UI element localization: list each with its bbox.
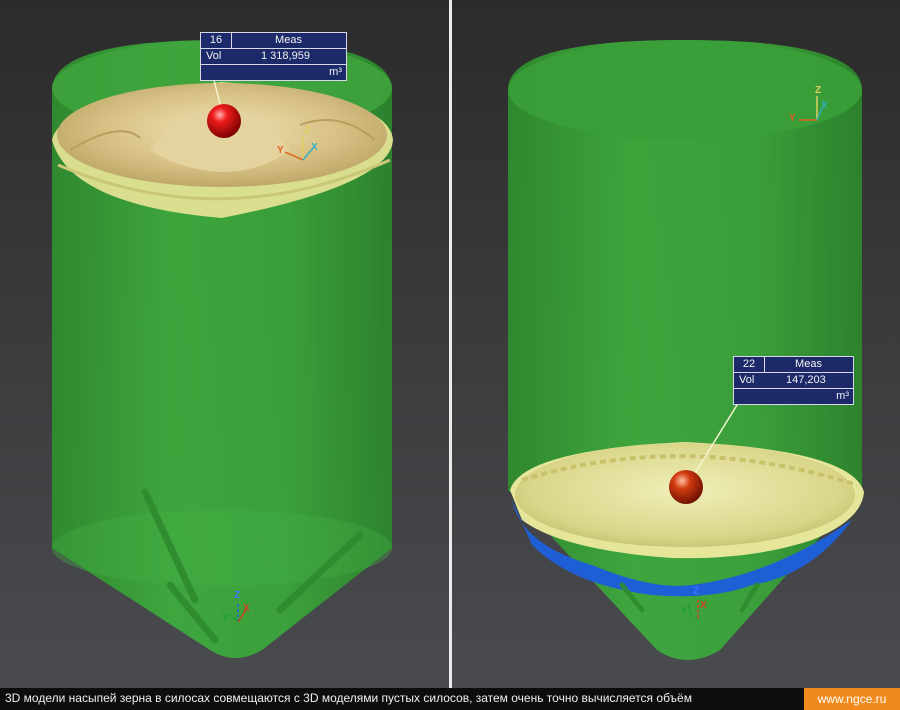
caption-text: 3D модели насыпей зерна в силосах совмещ… [5, 691, 692, 705]
measure-id: 16 [201, 33, 232, 48]
axis-label-z: Z [815, 85, 822, 96]
axis-label-x-bottom: X [700, 600, 707, 611]
silo-model-left[interactable] [0, 0, 449, 688]
axis-label-z-bottom: Z [693, 586, 700, 597]
axis-label-y: Y [277, 145, 284, 156]
viewport-left[interactable]: 16 Meas Vol 1 318,959 m³ Z X Y Z X Y [0, 0, 449, 688]
viewport-right[interactable]: 22 Meas Vol 147,203 m³ Z X Y Z X Y [452, 0, 900, 688]
silo-model-right[interactable] [452, 0, 900, 688]
measure-param: Vol [206, 50, 222, 62]
measure-id: 22 [734, 357, 765, 372]
measure-header: Meas [795, 358, 822, 370]
axis-label-x-bottom: X [243, 603, 250, 614]
caption-bar: 3D модели насыпей зерна в силосах совмещ… [0, 688, 900, 710]
measure-marker-left[interactable] [207, 104, 241, 138]
axis-label-y-bottom: Y [681, 606, 688, 617]
axis-label-z: Z [304, 125, 311, 136]
measurement-label-right[interactable]: 22 Meas Vol 147,203 m³ [733, 356, 854, 405]
measure-value: 147,203 [786, 374, 826, 386]
measurement-label-left[interactable]: 16 Meas Vol 1 318,959 m³ [200, 32, 347, 81]
axis-label-x: X [821, 100, 828, 111]
measure-marker-right[interactable] [669, 470, 703, 504]
measure-header: Meas [275, 34, 302, 46]
silo-top-rim-right [508, 40, 862, 140]
measure-unit: m³ [836, 390, 849, 402]
site-link[interactable]: www.ngce.ru [804, 688, 900, 710]
axis-label-z-bottom: Z [234, 590, 241, 601]
measure-param: Vol [739, 374, 755, 386]
measure-unit: m³ [329, 66, 342, 78]
axis-label-y-bottom: Y [222, 612, 229, 623]
axis-label-x: X [311, 142, 318, 153]
viewer-area: 16 Meas Vol 1 318,959 m³ Z X Y Z X Y 22 … [0, 0, 900, 688]
axis-label-y: Y [789, 113, 796, 124]
measure-value: 1 318,959 [261, 50, 310, 62]
